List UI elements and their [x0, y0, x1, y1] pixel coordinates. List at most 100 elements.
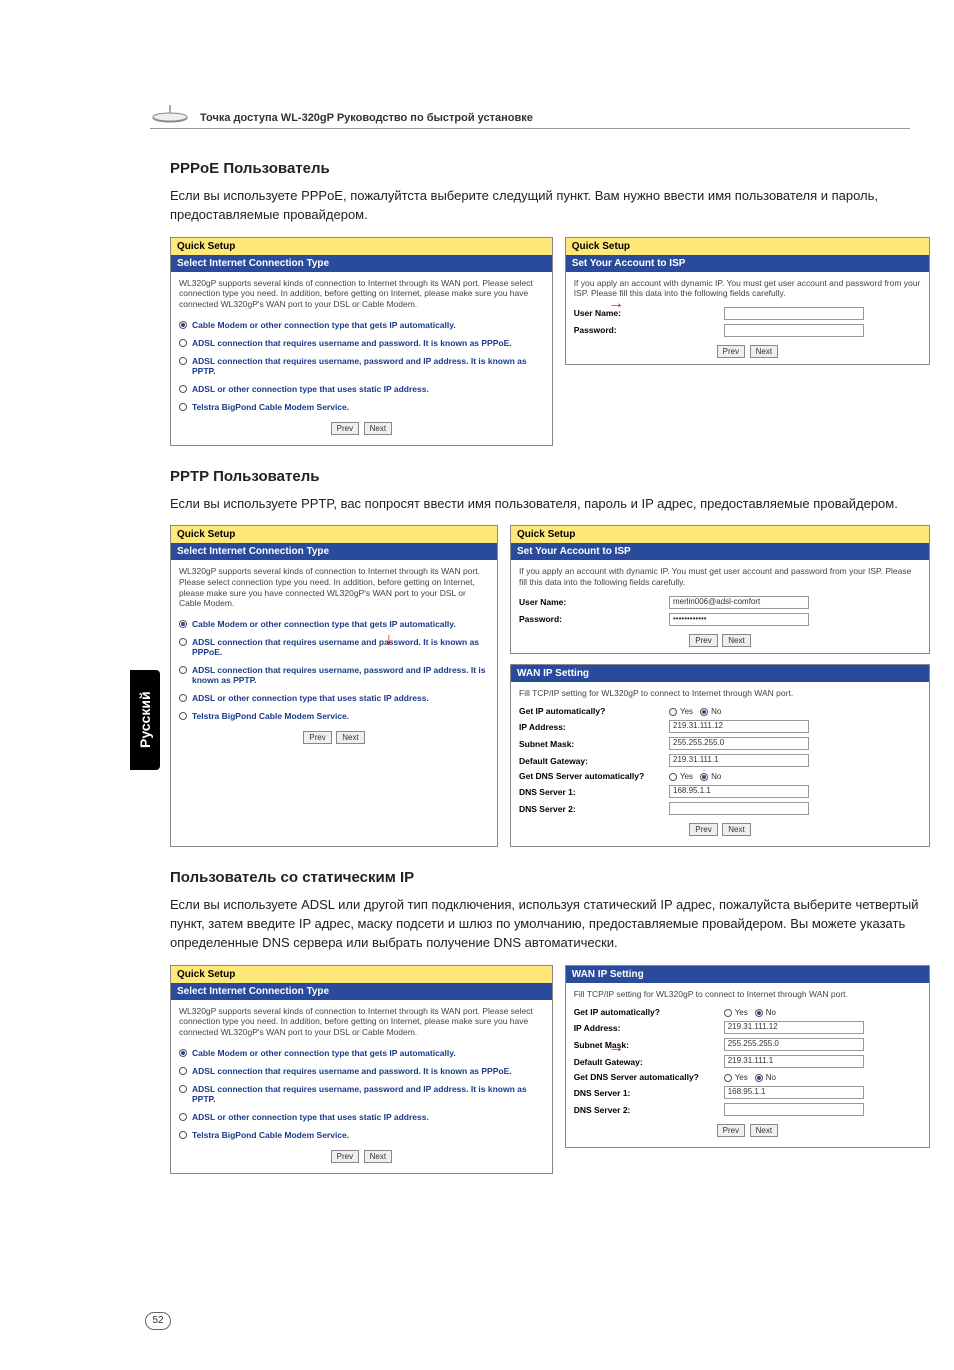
conn-option[interactable]: Telstra BigPond Cable Modem Service.	[179, 707, 489, 725]
panel-desc: Fill TCP/IP setting for WL320gP to conne…	[574, 989, 921, 1000]
quick-setup-panel: Quick Setup Select Internet Connection T…	[170, 965, 553, 1174]
radio-icon	[179, 1113, 187, 1121]
prev-button[interactable]: Prev	[689, 634, 717, 647]
username-input[interactable]	[724, 307, 864, 320]
yes-label: Yes	[680, 707, 693, 716]
next-button[interactable]: Next	[722, 634, 750, 647]
next-button[interactable]: Next	[336, 731, 364, 744]
dns1-input[interactable]: 168.95.1.1	[724, 1086, 864, 1099]
panel-desc: WL320gP supports several kinds of connec…	[179, 278, 544, 310]
option-label: ADSL connection that requires username a…	[192, 637, 489, 657]
no-label: No	[766, 1008, 776, 1017]
prev-button[interactable]: Prev	[689, 823, 717, 836]
option-label: Telstra BigPond Cable Modem Service.	[192, 402, 349, 412]
getdns-label: Get DNS Server automatically?	[519, 771, 669, 781]
yes-label: Yes	[680, 772, 693, 781]
prev-button[interactable]: Prev	[717, 1124, 745, 1137]
radio-icon	[179, 339, 187, 347]
conn-option[interactable]: ADSL connection that requires username, …	[179, 661, 489, 689]
ip-input[interactable]: 219.31.111.12	[724, 1021, 864, 1034]
conn-option[interactable]: ADSL connection that requires username, …	[179, 352, 544, 380]
arrow-icon: ↓	[385, 631, 393, 649]
static-text: Если вы используете ADSL или другой тип …	[170, 896, 930, 953]
arrow-icon: →	[608, 1039, 624, 1057]
conn-option[interactable]: Cable Modem or other connection type tha…	[179, 1044, 544, 1062]
ip-input[interactable]: 219.31.111.12	[669, 720, 809, 733]
radio-icon	[179, 620, 187, 628]
subnet-input[interactable]: 255.255.255.0	[669, 737, 809, 750]
panel-subtitle: WAN IP Setting	[566, 966, 929, 983]
radio-no[interactable]	[755, 1074, 763, 1082]
dns2-input[interactable]	[724, 1103, 864, 1116]
prev-button[interactable]: Prev	[717, 345, 745, 358]
radio-no[interactable]	[700, 708, 708, 716]
panel-title: Quick Setup	[566, 238, 929, 255]
pptp-text: Если вы используете PPTP, вас попросят в…	[170, 495, 930, 514]
password-label: Password:	[519, 614, 669, 624]
conn-option[interactable]: ADSL or other connection type that uses …	[179, 689, 489, 707]
gateway-input[interactable]: 219.31.111.1	[669, 754, 809, 767]
option-label: ADSL or other connection type that uses …	[192, 693, 429, 703]
static-heading: Пользователь со статическим IP	[170, 869, 930, 886]
dns2-label: DNS Server 2:	[574, 1105, 724, 1115]
next-button[interactable]: Next	[364, 422, 392, 435]
dns2-input[interactable]	[669, 802, 809, 815]
prev-button[interactable]: Prev	[331, 422, 359, 435]
radio-no[interactable]	[700, 773, 708, 781]
gateway-label: Default Gateway:	[519, 756, 669, 766]
panel-subtitle: Select Internet Connection Type	[171, 543, 497, 560]
panel-desc: If you apply an account with dynamic IP.…	[519, 566, 921, 587]
radio-yes[interactable]	[669, 708, 677, 716]
getip-label: Get IP automatically?	[519, 706, 669, 716]
panel-subtitle: Select Internet Connection Type	[171, 255, 552, 272]
password-label: Password:	[574, 325, 724, 335]
no-label: No	[711, 707, 721, 716]
page-number: 52	[145, 1312, 171, 1330]
conn-option[interactable]: Cable Modem or other connection type tha…	[179, 615, 489, 633]
conn-option[interactable]: ADSL or other connection type that uses …	[179, 1108, 544, 1126]
conn-option[interactable]: ADSL connection that requires username a…	[179, 334, 544, 352]
prev-button[interactable]: Prev	[331, 1150, 359, 1163]
arrow-icon: →	[608, 295, 624, 313]
conn-option[interactable]: ADSL connection that requires username a…	[179, 1062, 544, 1080]
password-input[interactable]	[724, 324, 864, 337]
username-label: User Name:	[574, 308, 724, 318]
option-label: ADSL or other connection type that uses …	[192, 384, 429, 394]
radio-no[interactable]	[755, 1009, 763, 1017]
dns1-input[interactable]: 168.95.1.1	[669, 785, 809, 798]
next-button[interactable]: Next	[750, 1124, 778, 1137]
subnet-input[interactable]: 255.255.255.0	[724, 1038, 864, 1051]
static-panels: → Quick Setup Select Internet Connection…	[170, 965, 930, 1174]
next-button[interactable]: Next	[364, 1150, 392, 1163]
panel-desc: WL320gP supports several kinds of connec…	[179, 1006, 544, 1038]
radio-icon	[179, 385, 187, 393]
conn-option[interactable]: ADSL connection that requires username a…	[179, 633, 489, 661]
radio-yes[interactable]	[669, 773, 677, 781]
no-label: No	[766, 1073, 776, 1082]
radio-icon	[179, 1067, 187, 1075]
radio-yes[interactable]	[724, 1074, 732, 1082]
next-button[interactable]: Next	[750, 345, 778, 358]
conn-option[interactable]: ADSL connection that requires username, …	[179, 1080, 544, 1108]
quick-setup-panel: Quick Setup Select Internet Connection T…	[170, 525, 498, 847]
panel-title: Quick Setup	[171, 966, 552, 983]
conn-option[interactable]: ADSL or other connection type that uses …	[179, 380, 544, 398]
option-label: ADSL connection that requires username, …	[192, 665, 489, 685]
ip-label: IP Address:	[519, 722, 669, 732]
panel-subtitle: Set Your Account to ISP	[511, 543, 929, 560]
pppoe-heading: PPPoE Пользователь	[170, 160, 930, 177]
username-input[interactable]: merlin006@adsl-comfort	[669, 596, 809, 609]
option-label: ADSL connection that requires username, …	[192, 1084, 544, 1104]
radio-yes[interactable]	[724, 1009, 732, 1017]
password-input[interactable]: ••••••••••••	[669, 613, 809, 626]
option-label: ADSL connection that requires username, …	[192, 356, 544, 376]
radio-icon	[179, 403, 187, 411]
prev-button[interactable]: Prev	[303, 731, 331, 744]
conn-option[interactable]: Cable Modem or other connection type tha…	[179, 316, 544, 334]
next-button[interactable]: Next	[722, 823, 750, 836]
option-label: Cable Modem or other connection type tha…	[192, 320, 456, 330]
conn-option[interactable]: Telstra BigPond Cable Modem Service.	[179, 398, 544, 416]
conn-option[interactable]: Telstra BigPond Cable Modem Service.	[179, 1126, 544, 1144]
gateway-input[interactable]: 219.31.111.1	[724, 1055, 864, 1068]
username-label: User Name:	[519, 597, 669, 607]
